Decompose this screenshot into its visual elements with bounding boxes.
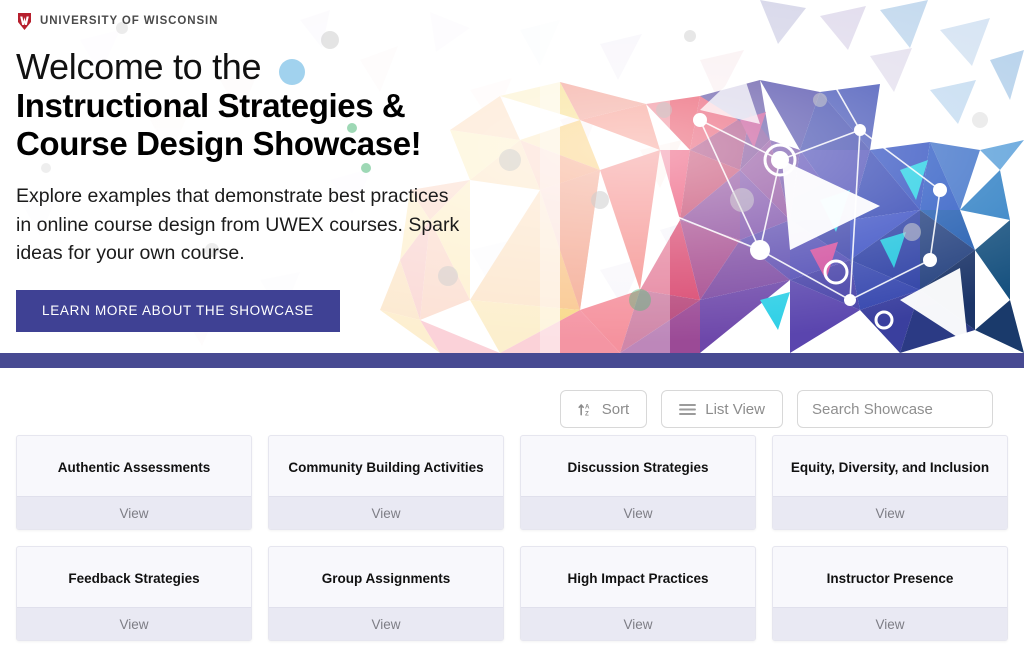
card-view-button[interactable]: View — [269, 607, 503, 640]
card-title: Group Assignments — [321, 571, 451, 587]
card-view-button[interactable]: View — [17, 607, 251, 640]
card-view-button[interactable]: View — [269, 496, 503, 529]
card-body: Group Assignments — [269, 547, 503, 607]
showcase-toolbar: A Z Sort List View — [0, 368, 1024, 435]
card-body: Authentic Assessments — [17, 436, 251, 496]
showcase-card[interactable]: High Impact Practices View — [520, 546, 756, 641]
card-body: Equity, Diversity, and Inclusion — [773, 436, 1007, 496]
card-view-button[interactable]: View — [773, 607, 1007, 640]
svg-text:A: A — [585, 403, 590, 410]
showcase-card[interactable]: Discussion Strategies View — [520, 435, 756, 530]
card-title: Authentic Assessments — [57, 460, 211, 476]
card-title: Feedback Strategies — [68, 571, 200, 587]
showcase-card-grid: Authentic Assessments View Community Bui… — [0, 435, 1024, 641]
title-line-1: Welcome to the — [16, 46, 262, 87]
learn-more-button[interactable]: LEARN MORE ABOUT THE SHOWCASE — [16, 289, 340, 332]
showcase-card[interactable]: Authentic Assessments View — [16, 435, 252, 530]
university-logo[interactable]: UNIVERSITY OF WISCONSIN — [16, 10, 1024, 32]
card-title: High Impact Practices — [567, 571, 709, 587]
card-title: Community Building Activities — [288, 460, 484, 476]
sort-alpha-asc-icon: A Z — [578, 402, 593, 417]
uw-crest-icon — [18, 12, 31, 30]
purple-divider-bar — [0, 353, 1024, 368]
sort-button-label: Sort — [601, 400, 630, 418]
card-body: Community Building Activities — [269, 436, 503, 496]
showcase-card[interactable]: Feedback Strategies View — [16, 546, 252, 641]
hero-banner: UNIVERSITY OF WISCONSIN Welcome to the I… — [0, 0, 1024, 353]
title-line-2: Instructional Strategies & — [16, 87, 406, 125]
showcase-card[interactable]: Equity, Diversity, and Inclusion View — [772, 435, 1008, 530]
hero-description: Explore examples that demonstrate best p… — [16, 185, 460, 265]
page-title: Welcome to the Instructional Strategies … — [16, 46, 1024, 162]
hero-content: UNIVERSITY OF WISCONSIN Welcome to the I… — [0, 0, 1024, 332]
showcase-card[interactable]: Group Assignments View — [268, 546, 504, 641]
svg-text:Z: Z — [585, 410, 589, 416]
card-body: Instructor Presence — [773, 547, 1007, 607]
title-line-3: Course Design Showcase! — [16, 124, 422, 162]
list-lines-icon — [679, 403, 697, 416]
list-view-button-label: List View — [705, 400, 765, 418]
card-title: Discussion Strategies — [567, 460, 709, 476]
card-view-button[interactable]: View — [521, 607, 755, 640]
card-title: Instructor Presence — [826, 571, 954, 587]
card-body: Feedback Strategies — [17, 547, 251, 607]
showcase-card[interactable]: Instructor Presence View — [772, 546, 1008, 641]
card-body: High Impact Practices — [521, 547, 755, 607]
card-view-button[interactable]: View — [17, 496, 251, 529]
search-input[interactable] — [797, 390, 993, 428]
list-view-button[interactable]: List View — [661, 390, 783, 428]
showcase-card[interactable]: Community Building Activities View — [268, 435, 504, 530]
card-body: Discussion Strategies — [521, 436, 755, 496]
university-wordmark: UNIVERSITY OF WISCONSIN — [40, 15, 219, 27]
card-title: Equity, Diversity, and Inclusion — [790, 460, 990, 476]
card-view-button[interactable]: View — [521, 496, 755, 529]
card-view-button[interactable]: View — [773, 496, 1007, 529]
sort-button[interactable]: A Z Sort — [559, 390, 648, 428]
